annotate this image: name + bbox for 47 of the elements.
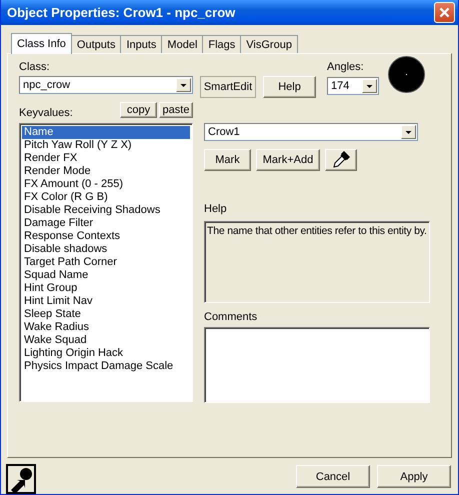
keyvalue-item[interactable]: Target Path Corner bbox=[22, 256, 190, 269]
mark-button[interactable]: Mark bbox=[204, 149, 251, 171]
keyvalue-item[interactable]: Disable shadows bbox=[22, 243, 190, 256]
close-icon[interactable] bbox=[434, 2, 455, 23]
tab[interactable]: Class Info bbox=[11, 33, 72, 54]
class-dropdown[interactable]: npc_crow bbox=[19, 76, 193, 94]
tab[interactable]: Flags bbox=[202, 35, 242, 53]
apply-button[interactable]: Apply bbox=[377, 465, 451, 488]
angles-dropdown[interactable]: 174 bbox=[327, 77, 379, 95]
keyvalue-item[interactable]: Name bbox=[22, 126, 190, 139]
help-label: Help bbox=[204, 202, 228, 217]
smartedit-button[interactable]: SmartEdit bbox=[200, 76, 256, 98]
cancel-button[interactable]: Cancel bbox=[296, 465, 370, 488]
mark-add-button[interactable]: Mark+Add bbox=[256, 149, 320, 171]
paste-button[interactable]: paste bbox=[159, 102, 193, 118]
keyvalue-item[interactable]: Wake Squad bbox=[22, 334, 190, 347]
keyvalue-item[interactable]: FX Color (R G B) bbox=[22, 191, 190, 204]
help-button[interactable]: Help bbox=[263, 76, 316, 98]
keyvalue-item[interactable]: Sleep State bbox=[22, 308, 190, 321]
keyvalue-item[interactable]: Physics Impact Damage Scale bbox=[22, 360, 190, 373]
tab[interactable]: VisGroup bbox=[240, 35, 298, 53]
keyvalue-item[interactable]: Pitch Yaw Roll (Y Z X) bbox=[22, 139, 190, 152]
eyedropper-button[interactable] bbox=[325, 149, 357, 171]
keyvalue-item[interactable]: FX Amount (0 - 255) bbox=[22, 178, 190, 191]
keyvalue-item[interactable]: Hint Group bbox=[22, 282, 190, 295]
window-title: Object Properties: Crow1 - npc_crow bbox=[7, 5, 236, 20]
comments-field[interactable] bbox=[204, 327, 430, 403]
angle-dial[interactable] bbox=[388, 56, 425, 93]
tab[interactable]: Inputs bbox=[120, 35, 162, 53]
value-dropdown[interactable]: Crow1 bbox=[204, 123, 418, 141]
copy-button[interactable]: copy bbox=[120, 102, 157, 118]
angles-label: Angles: bbox=[327, 60, 365, 75]
tab[interactable]: Outputs bbox=[70, 35, 122, 53]
keyvalue-item[interactable]: Render FX bbox=[22, 152, 190, 165]
keyvalues-label: Keyvalues: bbox=[19, 106, 74, 121]
class-label: Class: bbox=[19, 60, 51, 75]
keyvalue-item[interactable]: Lighting Origin Hack bbox=[22, 347, 190, 360]
help-text: The name that other entities refer to this entity by. bbox=[204, 221, 430, 303]
keyvalue-item[interactable]: Damage Filter bbox=[22, 217, 190, 230]
keyvalue-item[interactable]: Hint Limit Nav bbox=[22, 295, 190, 308]
keyvalue-item[interactable]: Squad Name bbox=[22, 269, 190, 282]
keyvalue-item[interactable]: Response Contexts bbox=[22, 230, 190, 243]
keyvalue-item[interactable]: Render Mode bbox=[22, 165, 190, 178]
comments-label: Comments bbox=[204, 310, 258, 325]
eyedropper-icon bbox=[332, 151, 350, 169]
keyvalue-item[interactable]: Disable Receiving Shadows bbox=[22, 204, 190, 217]
keyvalue-item[interactable]: Wake Radius bbox=[22, 321, 190, 334]
